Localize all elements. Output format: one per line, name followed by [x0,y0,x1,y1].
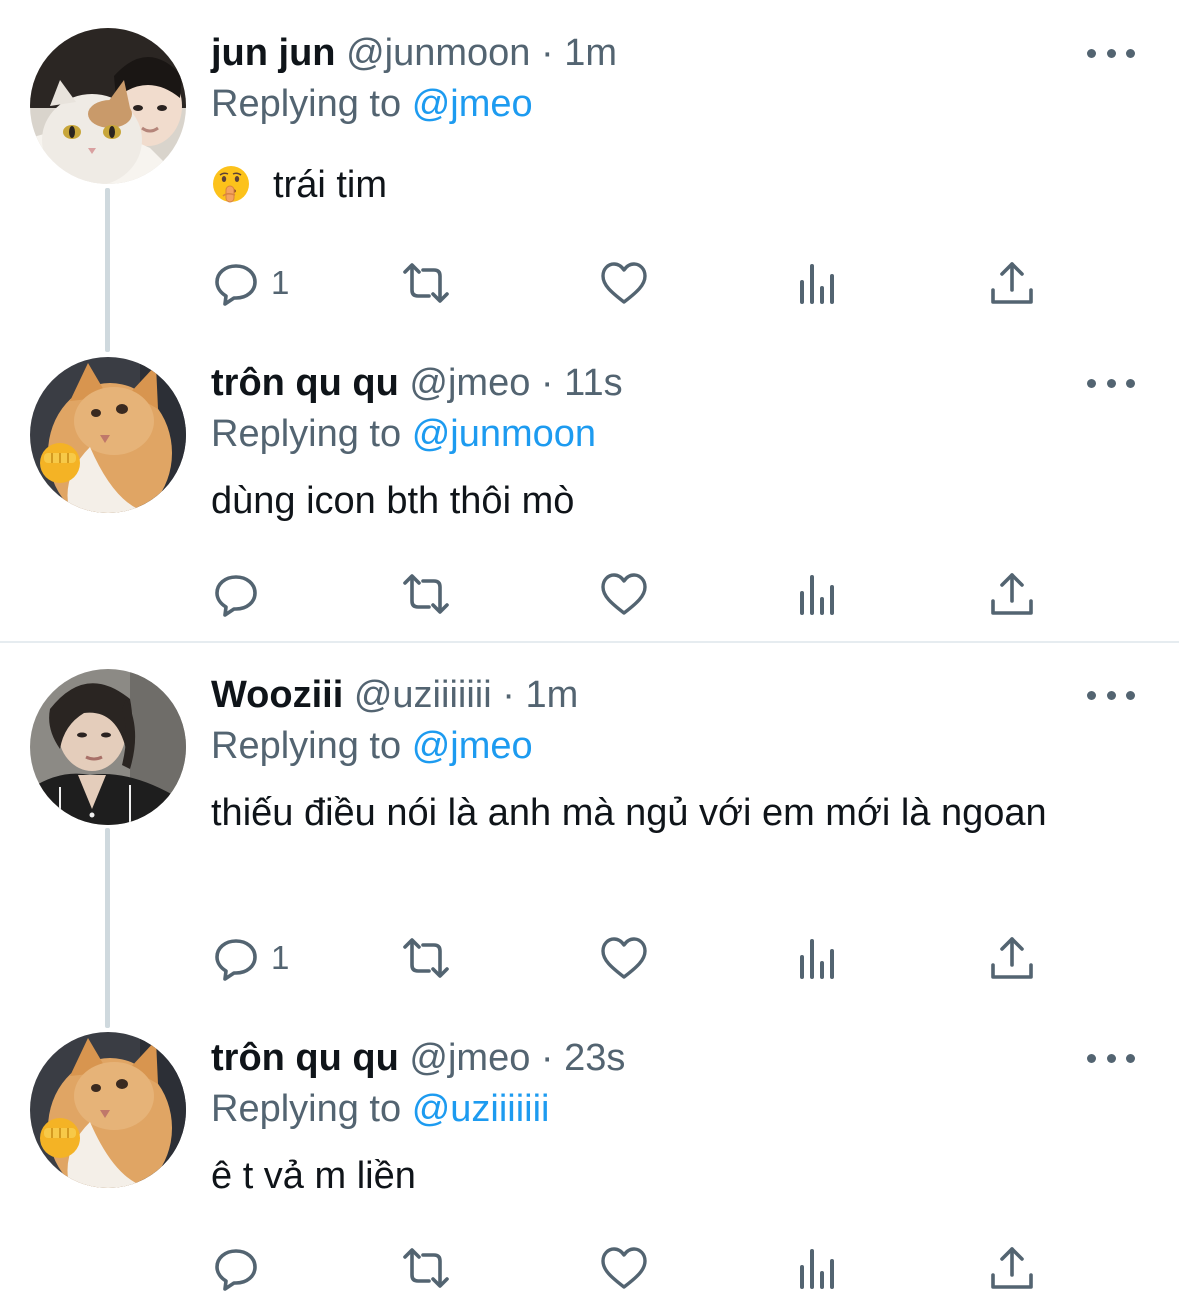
replying-to-line: Replying to @uziiiiiii [211,1083,1119,1135]
tweet-text: thiếu điều nói là anh mà ngủ với em mới … [211,792,1047,834]
avatar-uziiiiiii[interactable] [30,669,186,825]
tweet-header: Wooziii @uziiiiiii · 1m [211,670,1119,720]
reply-icon [215,939,257,981]
user-handle[interactable]: @jmeo [409,362,530,404]
user-handle[interactable]: @jmeo [409,1037,530,1079]
retweet-button[interactable] [401,255,451,311]
replying-to-label: Replying to [211,83,402,125]
heart-icon [601,937,647,979]
views-button[interactable] [793,930,843,986]
like-button[interactable] [599,930,649,986]
analytics-icon [800,1249,834,1289]
heart-icon [601,573,647,615]
retweet-icon [403,938,449,978]
thread-connector-line [105,828,110,1028]
tweet-actions: 1 [211,930,1041,986]
retweet-button[interactable] [401,1240,451,1296]
retweet-icon [403,1248,449,1288]
shushing-face-icon [211,164,251,204]
analytics-icon [800,575,834,615]
analytics-icon [800,939,834,979]
tweet-actions [211,1240,1041,1296]
reply-count: 1 [271,939,290,976]
tweet-header: trôn qu qu @jmeo · 23s [211,1033,1119,1083]
timestamp[interactable]: 1m [564,32,617,74]
display-name[interactable]: trôn qu qu [211,362,399,404]
display-name[interactable]: trôn qu qu [211,1037,399,1079]
share-icon [991,573,1033,615]
like-button[interactable] [599,255,649,311]
reply-icon [215,264,257,306]
reply-thread-feed: jun jun @junmoon · 1m Replying to @jmeo [0,0,1179,1310]
tweet-text: trái tim [211,160,1119,210]
replying-to-label: Replying to [211,725,402,767]
like-button[interactable] [599,1240,649,1296]
separator-dot: · [541,32,554,74]
heart-icon [601,1247,647,1289]
share-icon [991,937,1033,979]
user-handle[interactable]: @uziiiiiii [354,674,492,716]
display-name[interactable]: jun jun [211,32,336,74]
share-button[interactable] [987,566,1037,622]
replying-to-mention[interactable]: @jmeo [412,83,533,125]
heart-icon [601,262,647,304]
thread-connector-line [105,188,110,352]
share-icon [991,1247,1033,1289]
reply-icon [215,1249,257,1291]
share-button[interactable] [987,1240,1037,1296]
timestamp[interactable]: 1m [525,674,578,716]
separator-dot: · [502,674,515,716]
tweet-text: ê t vả m liền [211,1155,416,1197]
thread-divider [0,641,1179,643]
replying-to-label: Replying to [211,1088,402,1130]
tweet-text: dùng icon bth thôi mò [211,480,575,522]
reply-button[interactable] [211,1240,271,1296]
reply-icon [215,575,257,617]
separator-dot: · [540,362,554,404]
share-button[interactable] [987,930,1037,986]
timestamp[interactable]: 11s [564,362,622,404]
separator-dot: · [540,1037,554,1079]
tweet-actions [211,566,1041,622]
tweet-text-content: trái tim [273,164,387,206]
tweet-header: trôn qu qu @jmeo · 11s [211,358,1119,408]
retweet-icon [403,574,449,614]
timestamp[interactable]: 23s [564,1037,625,1079]
retweet-icon [403,263,449,303]
like-button[interactable] [599,566,649,622]
user-handle[interactable]: @junmoon [346,32,530,74]
retweet-button[interactable] [401,566,451,622]
share-icon [991,262,1033,304]
views-button[interactable] [793,566,843,622]
avatar-jmeo[interactable] [30,1032,186,1188]
retweet-button[interactable] [401,930,451,986]
views-button[interactable] [793,1240,843,1296]
views-button[interactable] [793,255,843,311]
share-button[interactable] [987,255,1037,311]
replying-to-mention[interactable]: @uziiiiiii [412,1088,550,1130]
reply-button[interactable]: 1 [211,255,289,311]
reply-button[interactable]: 1 [211,930,289,986]
replying-to-label: Replying to [211,413,402,455]
reply-count: 1 [271,264,290,301]
replying-to-line: Replying to @jmeo [211,720,1119,772]
avatar-jmeo[interactable] [30,357,186,513]
replying-to-mention[interactable]: @junmoon [412,413,596,455]
display-name[interactable]: Wooziii [211,674,343,716]
replying-to-line: Replying to @jmeo [211,78,1119,130]
reply-button[interactable] [211,566,271,622]
replying-to-mention[interactable]: @jmeo [412,725,533,767]
tweet-actions: 1 [211,255,1041,311]
analytics-icon [800,264,834,304]
tweet-header: jun jun @junmoon · 1m [211,28,1119,78]
avatar-junmoon[interactable] [30,28,186,184]
replying-to-line: Replying to @junmoon [211,408,1119,460]
